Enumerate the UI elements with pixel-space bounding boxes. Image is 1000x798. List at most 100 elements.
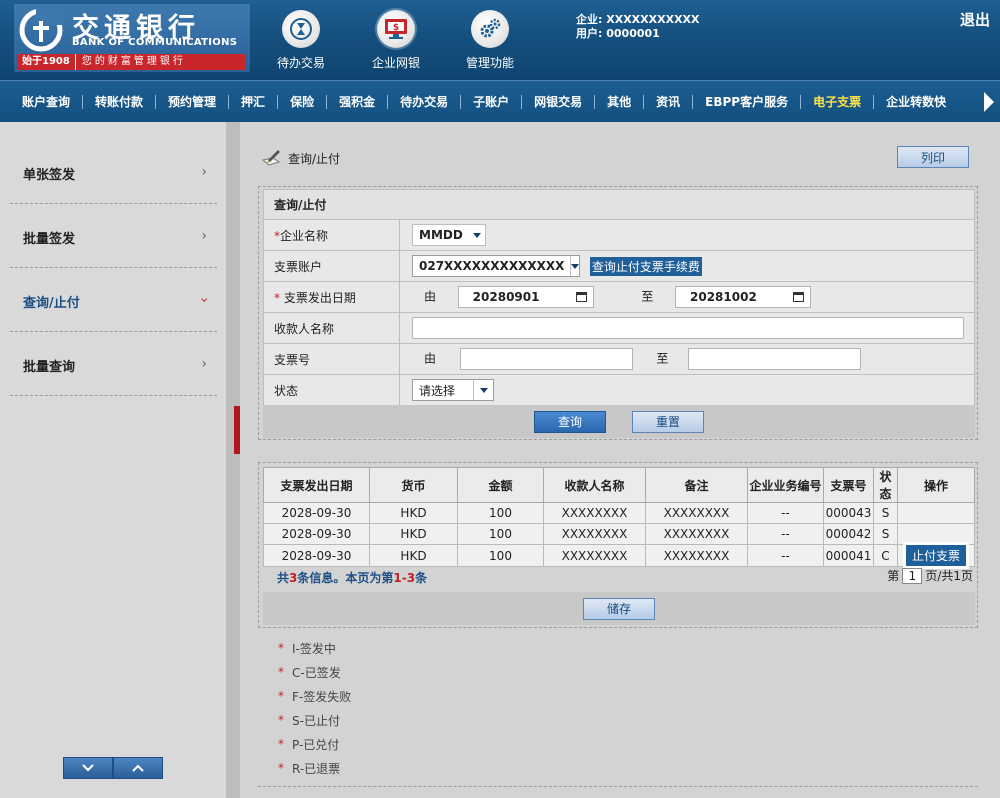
page-range: 1-3 bbox=[393, 571, 416, 585]
hourglass-icon bbox=[290, 18, 312, 40]
payee-label: 收款人名称 bbox=[263, 312, 400, 344]
cell-payee: XXXXXXXX bbox=[543, 502, 646, 524]
page-title: 查询/止付 bbox=[260, 148, 340, 168]
since-text: 始于1908 bbox=[17, 54, 76, 70]
cheque-from-label: 由 bbox=[424, 351, 437, 366]
cell-currency: HKD bbox=[369, 544, 458, 567]
calendar-icon[interactable] bbox=[793, 292, 804, 302]
cell-date: 2028-09-30 bbox=[263, 502, 370, 524]
cell-status: S bbox=[873, 523, 898, 545]
col-issue-date: 支票发出日期 bbox=[263, 467, 370, 503]
stop-cheque-button[interactable]: 止付支票 bbox=[902, 542, 970, 569]
cell-remark: XXXXXXXX bbox=[645, 523, 748, 545]
calendar-icon[interactable] bbox=[575, 292, 587, 302]
chevron-down-icon bbox=[473, 380, 493, 400]
date-from-label: 由 bbox=[424, 289, 437, 304]
chevron-down-icon bbox=[570, 256, 579, 276]
svg-text:$: $ bbox=[393, 23, 399, 33]
nav-scroll-right-icon[interactable] bbox=[984, 92, 994, 112]
col-amount: 金额 bbox=[457, 467, 544, 503]
print-button[interactable]: 列印 bbox=[897, 146, 969, 168]
logout-link[interactable]: 退出 bbox=[960, 9, 990, 30]
company-select[interactable]: MMDD bbox=[412, 224, 486, 246]
nav-item-ebanking-transactions[interactable]: 网银交易 bbox=[522, 95, 596, 109]
query-form: 查询/止付 *企业名称 MMDD 支票账户 027XXXXXXXXXXXXX 查… bbox=[263, 189, 975, 406]
nav-item-insurance[interactable]: 保险 bbox=[278, 95, 328, 109]
corporate-banking-label: 企业网银 bbox=[371, 56, 420, 70]
chevron-right-icon: › bbox=[201, 356, 207, 372]
issue-date-label: * 支票发出日期 bbox=[263, 281, 400, 313]
cheque-to-input[interactable] bbox=[688, 348, 861, 370]
management-button[interactable]: 管理功能 bbox=[455, 10, 525, 71]
scroll-up-button[interactable] bbox=[113, 757, 163, 779]
search-button[interactable]: 查询 bbox=[534, 410, 606, 433]
user-info: 企业: XXXXXXXXXXX 用户: 0000001 bbox=[576, 13, 700, 41]
status-select[interactable]: 请选择 bbox=[412, 379, 494, 401]
save-button[interactable]: 储存 bbox=[583, 597, 655, 620]
reset-button[interactable]: 重置 bbox=[632, 410, 704, 433]
chevron-down-icon bbox=[469, 225, 485, 245]
management-label: 管理功能 bbox=[465, 56, 514, 70]
cell-payee: XXXXXXXX bbox=[543, 544, 646, 567]
cheque-no-label: 支票号 bbox=[263, 343, 400, 375]
nav-item-sub-account[interactable]: 子账户 bbox=[461, 95, 523, 109]
corporate-banking-button[interactable]: $ 企业网银 bbox=[361, 10, 431, 71]
header: 交通银行 BANK OF COMMUNICATIONS 始于1908 您的财富管… bbox=[0, 0, 1000, 80]
sidebar-item-batch-query[interactable]: 批量查询 › bbox=[10, 332, 217, 396]
legend-item: * S-已止付 bbox=[278, 713, 340, 728]
date-from-input[interactable]: 20280901 bbox=[457, 286, 594, 308]
nav-item-account-inquiry[interactable]: 账户查询 bbox=[10, 95, 84, 109]
cheque-to-label: 至 bbox=[656, 351, 669, 366]
gears-icon bbox=[480, 18, 501, 38]
nav-item-pending[interactable]: 待办交易 bbox=[388, 95, 462, 109]
monitor-icon: $ bbox=[385, 19, 407, 39]
page-number-input[interactable]: 1 bbox=[902, 567, 923, 584]
nav-item-fps[interactable]: 企业转数快 bbox=[874, 95, 958, 109]
sidebar-item-single-issue[interactable]: 单张签发 › bbox=[10, 140, 217, 204]
sidebar-item-query-stop[interactable]: 查询/止付 › bbox=[10, 268, 217, 332]
date-to-input[interactable]: 20281002 bbox=[675, 286, 811, 308]
cell-date: 2028-09-30 bbox=[263, 523, 370, 545]
cell-currency: HKD bbox=[369, 523, 458, 545]
issue-date-cell: 由 20280901 至 20281002 bbox=[399, 281, 975, 313]
payee-input[interactable] bbox=[412, 317, 964, 339]
nav-item-info[interactable]: 资讯 bbox=[644, 95, 694, 109]
nav-item-mpf[interactable]: 强积金 bbox=[327, 95, 389, 109]
sidebar-item-batch-issue[interactable]: 批量签发 › bbox=[10, 204, 217, 268]
nav-item-bills[interactable]: 押汇 bbox=[229, 95, 279, 109]
bank-logo-mark-icon bbox=[19, 8, 64, 52]
results-summary: 共3条信息。本页为第1-3条 bbox=[277, 571, 428, 585]
cell-ref: -- bbox=[747, 544, 824, 567]
form-title: 查询/止付 bbox=[263, 189, 975, 220]
nav-item-other[interactable]: 其他 bbox=[595, 95, 645, 109]
pager: 第 1 页/共1页 bbox=[887, 567, 973, 584]
table-row: 2028-09-30 HKD 100 XXXXXXXX XXXXXXXX -- … bbox=[263, 542, 975, 569]
scroll-down-button[interactable] bbox=[63, 757, 113, 779]
nav-item-transfer[interactable]: 转账付款 bbox=[83, 95, 157, 109]
payee-cell bbox=[399, 312, 975, 344]
sidebar-item-label: 单张签发 bbox=[23, 168, 76, 183]
chevron-right-icon: › bbox=[201, 228, 207, 244]
nav-item-e-cheque[interactable]: 电子支票 bbox=[801, 95, 875, 109]
stop-fee-inquiry-link[interactable]: 查询止付支票手续费 bbox=[589, 256, 702, 276]
cheque-from-input[interactable] bbox=[459, 348, 633, 370]
cell-remark: XXXXXXXX bbox=[645, 502, 748, 524]
company-cell: MMDD bbox=[399, 219, 975, 251]
sidebar-item-label: 查询/止付 bbox=[23, 296, 80, 311]
nav-item-ebpp[interactable]: EBPP客户服务 bbox=[693, 95, 802, 109]
account-select[interactable]: 027XXXXXXXXXXXXX bbox=[412, 255, 580, 277]
cell-action bbox=[897, 502, 975, 524]
cell-payee: XXXXXXXX bbox=[543, 523, 646, 545]
cell-amount: 100 bbox=[457, 544, 544, 567]
nav-item-scheduled[interactable]: 预约管理 bbox=[156, 95, 230, 109]
pending-transactions-button[interactable]: 待办交易 bbox=[266, 10, 336, 71]
bank-logo[interactable]: 交通银行 BANK OF COMMUNICATIONS 始于1908 您的财富管… bbox=[14, 4, 250, 72]
divider bbox=[258, 786, 978, 787]
chevron-down-icon: › bbox=[196, 297, 213, 303]
page-title-text: 查询/止付 bbox=[288, 151, 341, 166]
user-id-info: 用户: 0000001 bbox=[576, 27, 660, 40]
pen-paper-icon bbox=[261, 150, 281, 166]
status-legend: * I-签发中 * C-已签发 * F-签发失败 * S-已止付 * P-已兑付 * R-已… bbox=[278, 636, 351, 780]
main-nav: 账户查询 转账付款 预约管理 押汇 保险 强积金 待办交易 子账户 网银交易 其… bbox=[0, 80, 1000, 122]
cell-cheque: 000042 bbox=[823, 523, 874, 545]
